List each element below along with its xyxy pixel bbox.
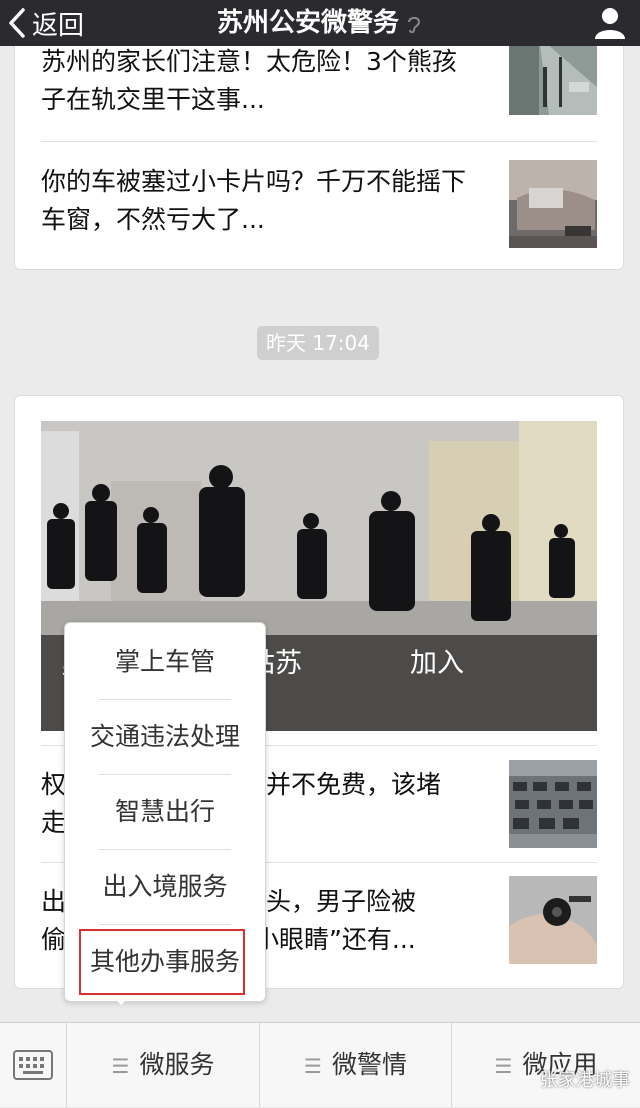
popup-caret xyxy=(112,996,130,1005)
tab-micro-apps[interactable]: ☰ 微应用 xyxy=(452,1023,640,1107)
menu-item-exit-entry[interactable]: 出入境服务 xyxy=(65,850,265,924)
page-title-text: 苏州公安微警务 xyxy=(216,8,399,38)
article-thumbnail xyxy=(509,876,597,964)
keyboard-icon xyxy=(13,1050,53,1080)
service-popup-menu: 掌上车管 交通违法处理 智慧出行 出入境服务 其他办事服务 xyxy=(64,622,266,1002)
article-thumbnail xyxy=(509,760,597,848)
article-thumbnail xyxy=(509,35,597,115)
tab-micro-services[interactable]: ☰ 微服务 xyxy=(67,1023,260,1107)
article-card-1: 苏州的家长们注意！太危险！3个熊孩子在轨交里干这事... 你的车被塞过小卡片吗？… xyxy=(14,35,624,270)
article-thumbnail xyxy=(509,160,597,248)
tab-label: 微服务 xyxy=(139,1050,215,1079)
article-title: 你的车被塞过小卡片吗？千万不能摇下车窗，不然亏大了... xyxy=(41,167,467,234)
menu-lines-icon: ☰ xyxy=(111,1054,130,1078)
top-bar: 返回 苏州公安微警务 xyxy=(0,0,640,46)
article-row[interactable]: 你的车被塞过小卡片吗？千万不能摇下车窗，不然亏大了... xyxy=(41,142,597,266)
tab-micro-police-news[interactable]: ☰ 微警情 xyxy=(260,1023,452,1107)
watermark: 张家港城事 xyxy=(540,1070,630,1091)
timestamp-badge: 昨天 17:04 xyxy=(257,326,379,360)
user-icon[interactable] xyxy=(592,5,628,41)
menu-item-smart-travel[interactable]: 智慧出行 xyxy=(65,775,265,849)
tab-label: 微警情 xyxy=(331,1050,407,1079)
menu-lines-icon: ☰ xyxy=(494,1054,513,1078)
ear-icon xyxy=(408,16,421,33)
menu-item-traffic-violation[interactable]: 交通违法处理 xyxy=(65,700,265,774)
article-row[interactable]: 苏州的家长们注意！太危险！3个熊孩子在轨交里干这事... xyxy=(41,35,597,135)
keyboard-toggle-button[interactable] xyxy=(0,1023,67,1107)
menu-item-vehicle-management[interactable]: 掌上车管 xyxy=(65,625,265,699)
article-title: 苏州的家长们注意！太危险！3个熊孩子在轨交里干这事... xyxy=(41,47,457,114)
page-title: 苏州公安微警务 xyxy=(0,0,640,46)
bottom-menu-bar: ☰ 微服务 ☰ 微警情 ☰ 微应用 xyxy=(0,1022,640,1107)
highlight-box xyxy=(79,929,245,995)
menu-lines-icon: ☰ xyxy=(304,1054,322,1078)
